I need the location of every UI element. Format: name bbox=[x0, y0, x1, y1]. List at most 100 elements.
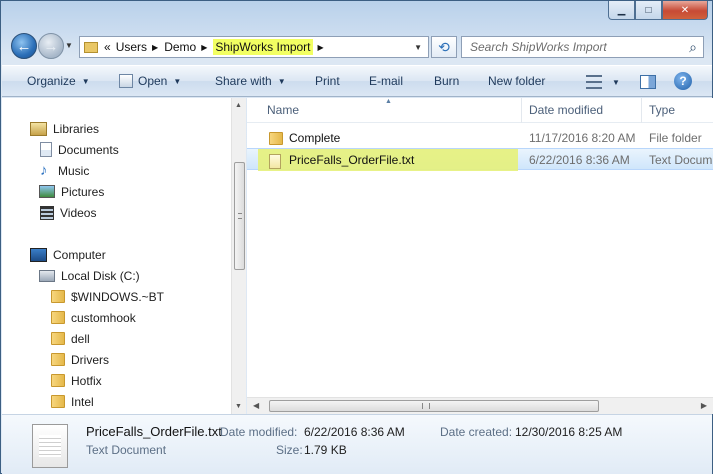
organize-button[interactable]: Organize ▼ bbox=[27, 74, 90, 88]
nav-item-videos[interactable]: Videos bbox=[40, 202, 96, 223]
nav-item-computer[interactable]: Computer bbox=[30, 244, 106, 265]
chevron-down-icon: ▼ bbox=[173, 76, 182, 86]
maximize-button[interactable]: □ bbox=[635, 1, 662, 20]
new-folder-button[interactable]: New folder bbox=[488, 74, 545, 88]
folder-icon bbox=[84, 41, 98, 53]
nav-item-label: Music bbox=[58, 163, 90, 178]
forward-button[interactable]: → bbox=[38, 33, 64, 59]
folder-icon bbox=[51, 290, 65, 303]
chevron-down-icon: ▼ bbox=[81, 76, 90, 86]
email-button[interactable]: E-mail bbox=[369, 74, 403, 88]
preview-pane-button[interactable] bbox=[640, 75, 656, 89]
folder-icon bbox=[269, 132, 283, 145]
file-name: Complete bbox=[289, 131, 341, 145]
address-bar[interactable]: « Users ▶ Demo ▶ ShipWorks Import ▶ ▼ bbox=[79, 36, 429, 58]
details-filename: PriceFalls_OrderFile.txt bbox=[86, 424, 222, 439]
chevron-down-icon: ▼ bbox=[612, 77, 620, 87]
refresh-button[interactable]: ⟲ bbox=[431, 36, 457, 58]
file-list-horizontal-scrollbar[interactable]: ◀ ▶ bbox=[247, 397, 713, 414]
file-row-complete[interactable]: Complete 11/17/2016 8:20 AM File folder bbox=[247, 127, 713, 149]
open-button[interactable]: Open ▼ bbox=[119, 74, 181, 88]
scroll-down-icon[interactable]: ▼ bbox=[235, 403, 242, 410]
minimize-button[interactable]: ▁ bbox=[608, 1, 635, 20]
details-date-modified-value: 6/22/2016 8:36 AM bbox=[304, 425, 405, 439]
arrow-right-icon: → bbox=[43, 37, 59, 55]
details-filetype: Text Document bbox=[86, 443, 167, 457]
chevron-down-icon: ▼ bbox=[277, 76, 286, 86]
scrollbar-thumb[interactable] bbox=[234, 162, 245, 270]
folder-icon bbox=[51, 353, 65, 366]
nav-item-label: Computer bbox=[53, 247, 106, 262]
close-button[interactable]: ✕ bbox=[662, 1, 708, 20]
column-header-name[interactable]: Name bbox=[267, 103, 299, 117]
refresh-icon: ⟲ bbox=[438, 38, 450, 55]
navigation-pane-scrollbar[interactable]: ▲ ▼ bbox=[231, 98, 246, 414]
folder-icon bbox=[51, 332, 65, 345]
nav-item-customhook[interactable]: customhook bbox=[51, 307, 136, 328]
address-chevrons[interactable]: « bbox=[104, 40, 111, 54]
column-divider[interactable] bbox=[521, 98, 522, 123]
nav-item-label: Hotfix bbox=[71, 373, 102, 388]
breadcrumb-users[interactable]: Users bbox=[116, 40, 147, 54]
recent-pages-dropdown[interactable]: ▼ bbox=[65, 41, 73, 50]
file-date-modified: 11/17/2016 8:20 AM bbox=[529, 131, 636, 145]
scroll-up-icon[interactable]: ▲ bbox=[235, 102, 242, 109]
nav-item-music[interactable]: ♪ Music bbox=[40, 160, 89, 181]
nav-item-drivers[interactable]: Drivers bbox=[51, 349, 109, 370]
share-with-button[interactable]: Share with ▼ bbox=[215, 74, 286, 88]
column-header-date-modified[interactable]: Date modified bbox=[529, 103, 603, 117]
grip-icon bbox=[422, 403, 430, 409]
scrollbar-thumb[interactable] bbox=[269, 400, 599, 412]
help-icon: ? bbox=[674, 72, 692, 90]
burn-button[interactable]: Burn bbox=[434, 74, 459, 88]
help-button[interactable]: ? bbox=[674, 72, 692, 90]
search-icon[interactable]: ⌕ bbox=[689, 39, 697, 56]
nav-item-label: Drivers bbox=[71, 352, 109, 367]
open-icon bbox=[119, 74, 133, 88]
folder-icon bbox=[51, 311, 65, 324]
nav-item-local-disk[interactable]: Local Disk (C:) bbox=[39, 265, 140, 286]
details-date-created-label: Date created: bbox=[440, 425, 513, 439]
view-details-icon bbox=[586, 75, 602, 89]
nav-item-dell[interactable]: dell bbox=[51, 328, 90, 349]
scroll-right-icon[interactable]: ▶ bbox=[701, 401, 707, 410]
nav-item-pictures[interactable]: Pictures bbox=[39, 181, 104, 202]
nav-item-windows-bt[interactable]: $WINDOWS.~BT bbox=[51, 286, 164, 307]
nav-item-intel[interactable]: Intel bbox=[51, 391, 94, 412]
column-divider[interactable] bbox=[641, 98, 642, 123]
nav-item-documents[interactable]: Documents bbox=[40, 139, 119, 160]
breadcrumb-separator-icon[interactable]: ▶ bbox=[152, 43, 158, 52]
share-with-label: Share with bbox=[215, 74, 272, 88]
nav-item-label: Intel bbox=[71, 394, 94, 409]
breadcrumb-demo[interactable]: Demo bbox=[164, 40, 196, 54]
breadcrumb-separator-icon[interactable]: ▶ bbox=[201, 43, 207, 52]
organize-label: Organize bbox=[27, 74, 76, 88]
nav-item-hotfix[interactable]: Hotfix bbox=[51, 370, 102, 391]
window-controls: ▁ □ ✕ bbox=[608, 1, 708, 20]
back-button[interactable]: ← bbox=[11, 33, 37, 59]
documents-icon bbox=[40, 142, 52, 157]
file-row-pricefalls-orderfile[interactable]: PriceFalls_OrderFile.txt 6/22/2016 8:36 … bbox=[247, 148, 713, 171]
print-button[interactable]: Print bbox=[315, 74, 340, 88]
column-headers: ▲ Name Date modified Type bbox=[247, 98, 713, 123]
nav-item-label: customhook bbox=[71, 310, 136, 325]
change-view-button[interactable]: ▼ bbox=[586, 75, 620, 89]
column-header-type[interactable]: Type bbox=[649, 103, 675, 117]
address-dropdown-icon[interactable]: ▼ bbox=[414, 43, 422, 52]
music-icon: ♪ bbox=[40, 162, 48, 179]
file-name: PriceFalls_OrderFile.txt bbox=[289, 153, 415, 167]
arrow-left-icon: ← bbox=[16, 37, 32, 55]
details-size-label: Size: bbox=[276, 443, 303, 457]
nav-item-label: Local Disk (C:) bbox=[61, 268, 140, 283]
search-input[interactable]: Search ShipWorks Import ⌕ bbox=[461, 36, 704, 58]
breadcrumb-shipworks-import[interactable]: ShipWorks Import bbox=[213, 39, 313, 55]
nav-item-label: Libraries bbox=[53, 121, 100, 136]
nav-item-libraries[interactable]: Libraries bbox=[30, 118, 99, 139]
details-size-value: 1.79 KB bbox=[304, 443, 347, 457]
file-date-modified: 6/22/2016 8:36 AM bbox=[529, 153, 630, 167]
grip-icon bbox=[238, 213, 242, 219]
scroll-left-icon[interactable]: ◀ bbox=[253, 401, 259, 410]
text-file-icon bbox=[269, 154, 281, 169]
breadcrumb-separator-icon[interactable]: ▶ bbox=[318, 43, 324, 52]
pictures-icon bbox=[39, 185, 55, 198]
